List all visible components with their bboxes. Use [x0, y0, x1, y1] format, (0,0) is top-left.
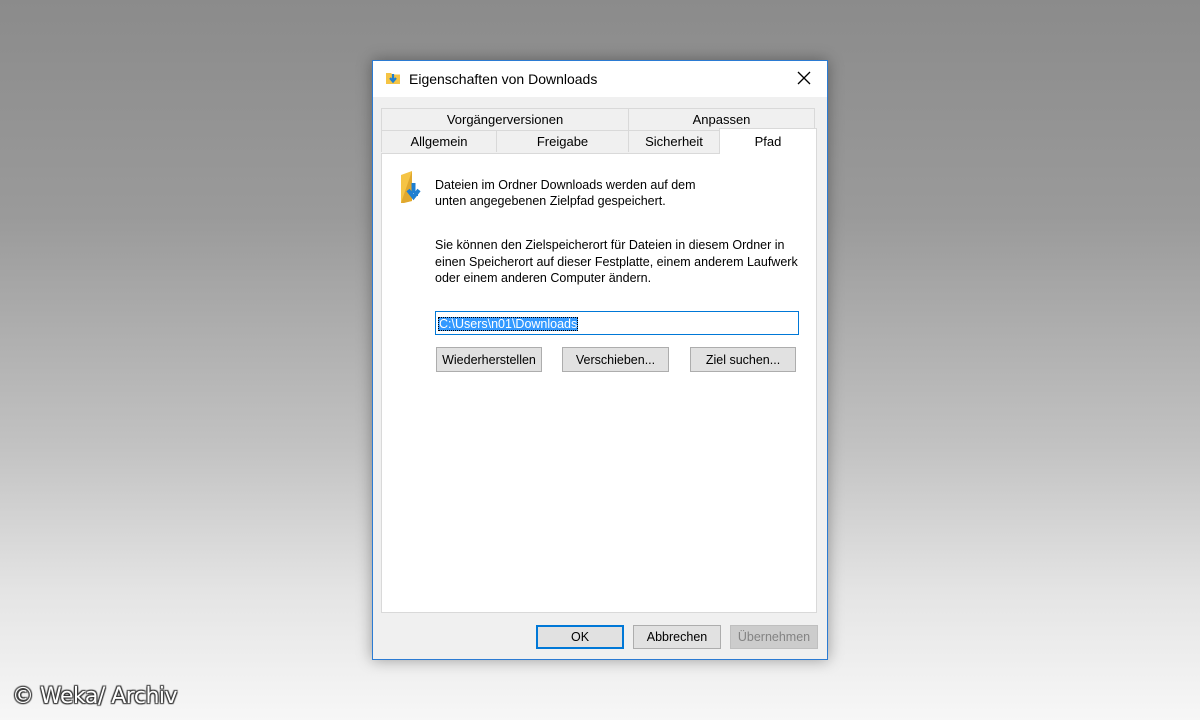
title-bar: Eigenschaften von Downloads [373, 61, 827, 97]
tab-panel-pfad: Dateien im Ordner Downloads werden auf d… [381, 153, 817, 613]
tab-row-bottom: Allgemein Freigabe Sicherheit [381, 130, 720, 152]
info-line: unten angegebenen Zielpfad gespeichert. [435, 194, 666, 208]
find-target-button[interactable]: Ziel suchen... [690, 347, 796, 372]
info-line: Dateien im Ordner Downloads werden auf d… [435, 178, 696, 192]
restore-button[interactable]: Wiederherstellen [436, 347, 542, 372]
tab-row-top: Vorgängerversionen Anpassen [381, 108, 815, 130]
cancel-button[interactable]: Abbrechen [633, 625, 721, 649]
tab-sicherheit[interactable]: Sicherheit [628, 130, 720, 152]
close-button[interactable] [781, 61, 827, 95]
path-input-value: C:\Users\n01\Downloads [438, 317, 579, 331]
properties-dialog: Eigenschaften von Downloads Vorgängerver… [372, 60, 828, 660]
tab-pfad[interactable]: Pfad [719, 128, 817, 154]
info-text: Dateien im Ordner Downloads werden auf d… [435, 177, 805, 209]
tab-anpassen[interactable]: Anpassen [628, 108, 815, 130]
description-text: Sie können den Zielspeicherort für Datei… [435, 237, 807, 287]
ok-button[interactable]: OK [536, 625, 624, 649]
path-input[interactable]: C:\Users\n01\Downloads [435, 311, 799, 335]
watermark: © Weka/ Archiv [12, 684, 178, 709]
move-button[interactable]: Verschieben... [562, 347, 669, 372]
tab-vorgaengerversionen[interactable]: Vorgängerversionen [381, 108, 629, 130]
apply-button[interactable]: Übernehmen [730, 625, 818, 649]
tab-allgemein[interactable]: Allgemein [381, 130, 497, 152]
close-icon [797, 71, 811, 85]
tab-freigabe[interactable]: Freigabe [496, 130, 629, 152]
description-line: einen Speicherort auf dieser Festplatte,… [435, 254, 798, 269]
description-line: oder einem anderen Computer ändern. [435, 271, 652, 285]
downloads-folder-icon [386, 73, 400, 84]
downloads-folder-icon [401, 171, 421, 203]
description-line: Sie können den Zielspeicherort für Datei… [435, 238, 785, 252]
dialog-title: Eigenschaften von Downloads [409, 71, 598, 87]
